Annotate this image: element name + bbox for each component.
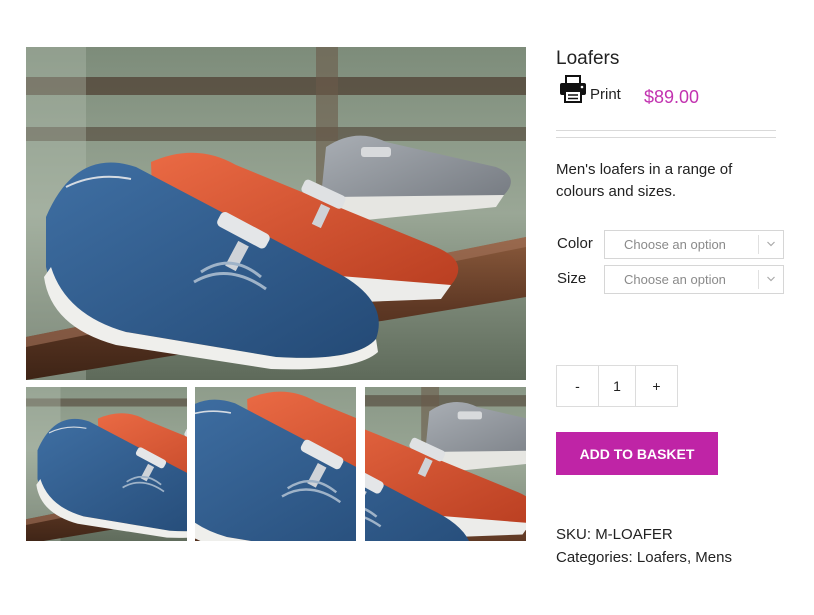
quantity-minus-button[interactable]: - [557, 366, 598, 406]
product-title: Loafers [556, 48, 620, 69]
divider [556, 130, 776, 131]
sku-label: SKU: [556, 526, 592, 543]
loafers-thumbnail-photo [26, 387, 187, 541]
loafers-photo [26, 47, 526, 380]
product-short-description: Men's loafers in a range of colours and … [556, 161, 733, 200]
print-label: Print [590, 86, 621, 103]
select-separator [758, 270, 759, 289]
loafers-thumbnail-photo [195, 387, 356, 541]
select-separator [758, 235, 759, 254]
product-price: $89.00 [644, 87, 700, 107]
categories-label: Categories: [556, 549, 633, 566]
size-select-placeholder: Choose an option [624, 272, 726, 287]
color-select[interactable]: Choose an option [604, 230, 784, 259]
category-separator: , [686, 549, 692, 566]
quantity-input[interactable]: 1 [598, 366, 636, 406]
loafers-thumbnail-photo [365, 387, 526, 541]
chevron-down-icon [767, 276, 775, 282]
quantity-plus-button[interactable]: + [636, 366, 677, 406]
size-label: Size [557, 270, 587, 287]
product-thumbnail-3[interactable] [365, 387, 526, 541]
product-thumbnail-1[interactable] [26, 387, 187, 541]
add-to-basket-button[interactable]: ADD TO BASKET [556, 432, 718, 475]
chevron-down-icon [767, 241, 775, 247]
color-label: Color [557, 235, 593, 252]
category-link-mens[interactable]: Mens [695, 549, 732, 566]
print-link[interactable]: Print [558, 74, 621, 104]
product-thumbnail-2[interactable] [195, 387, 356, 541]
product-main-image[interactable] [26, 47, 526, 380]
size-select[interactable]: Choose an option [604, 265, 784, 294]
category-link-loafers[interactable]: Loafers [637, 549, 687, 566]
divider [556, 137, 776, 138]
quantity-stepper: - 1 + [556, 365, 678, 407]
sku-value: M-LOAFER [595, 526, 673, 543]
categories-line: Categories: Loafers, Mens [556, 549, 732, 566]
sku-line: SKU: M-LOAFER [556, 526, 673, 543]
printer-icon [560, 75, 586, 103]
color-select-placeholder: Choose an option [624, 237, 726, 252]
